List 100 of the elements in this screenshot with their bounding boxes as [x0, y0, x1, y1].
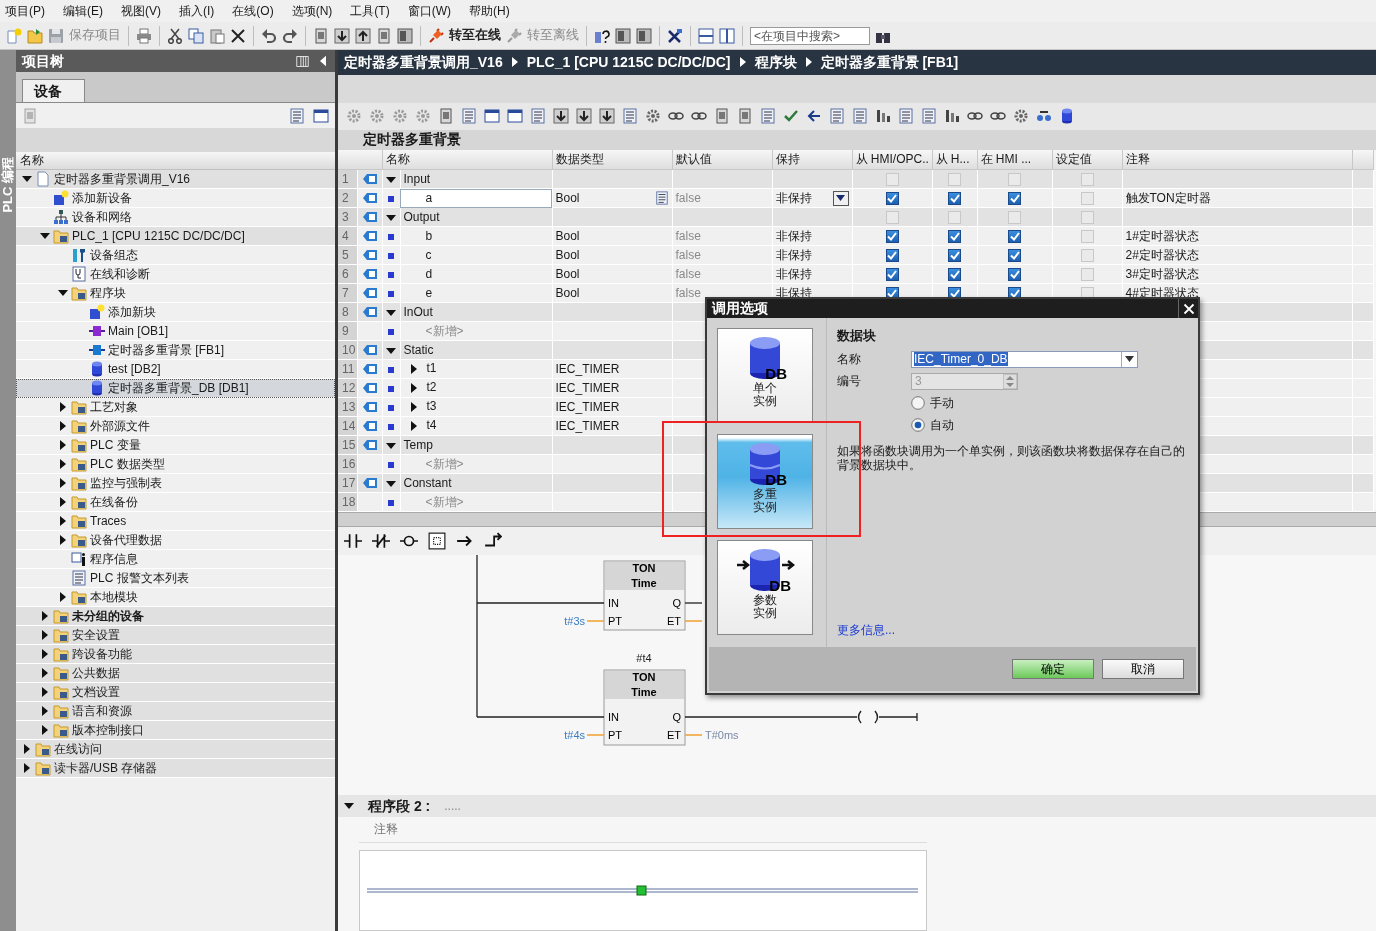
tree-item[interactable]: 读卡器/USB 存储器 — [16, 759, 335, 778]
tree-item[interactable]: Main [OB1] — [16, 322, 335, 341]
close-view-icon[interactable] — [667, 27, 683, 44]
checkbox[interactable] — [948, 249, 961, 263]
checkbox[interactable] — [885, 268, 899, 282]
copy-icon[interactable] — [188, 27, 204, 44]
checkbox[interactable] — [1008, 192, 1021, 206]
menu-item[interactable]: 选项(N) — [286, 3, 342, 19]
coil[interactable] — [857, 710, 879, 724]
tree-item[interactable]: 设备组态 — [16, 246, 335, 265]
clipboard-icon[interactable] — [209, 27, 225, 44]
breadcrumb-item[interactable]: PLC_1 [CPU 1215C DC/DC/DC] — [526, 54, 731, 71]
panel-icon[interactable] — [397, 27, 413, 44]
tree-item[interactable]: 在线备份 — [16, 493, 335, 512]
panel-icon[interactable] — [636, 27, 652, 44]
menu-item[interactable]: 帮助(H) — [464, 3, 519, 19]
tree-item[interactable]: 程序信息 — [16, 550, 335, 569]
radio-option[interactable]: 手动 — [911, 392, 1188, 414]
bars-icon[interactable] — [944, 108, 960, 125]
help-icon[interactable] — [594, 27, 610, 44]
checkbox[interactable] — [1008, 268, 1021, 282]
menu-item[interactable]: 窗口(W) — [402, 3, 460, 19]
expand-arrow-icon[interactable] — [386, 345, 396, 356]
checkbox[interactable] — [885, 192, 899, 206]
tab[interactable]: 设备 — [22, 79, 85, 102]
menu-item[interactable]: 项目(P) — [0, 3, 54, 19]
tree-item[interactable]: 设备代理数据 — [16, 531, 335, 550]
menu-item[interactable]: 视图(V) — [116, 3, 170, 19]
window-icon[interactable] — [507, 108, 523, 125]
checkbox[interactable] — [1008, 249, 1021, 263]
expand-arrow-icon[interactable] — [408, 420, 419, 431]
printer-icon[interactable] — [136, 27, 152, 44]
tree-item[interactable]: 程序块 — [16, 284, 335, 303]
table-row[interactable]: 6 d Bool false 非保持 3#定时器状态 — [338, 264, 1373, 284]
contact-icon[interactable] — [344, 532, 362, 551]
breadcrumb-item[interactable]: 定时器多重背景 [FB1] — [820, 54, 959, 71]
expand-arrow-icon[interactable] — [58, 440, 68, 450]
pane-icon[interactable] — [296, 54, 309, 68]
expand-arrow-icon[interactable] — [22, 174, 32, 184]
expand-arrow-icon[interactable] — [22, 763, 32, 773]
tree-item[interactable]: 公共数据 — [16, 664, 335, 683]
tree-item[interactable]: 跨设备功能 — [16, 645, 335, 664]
expand-arrow-icon[interactable] — [58, 497, 68, 507]
upload-icon[interactable] — [355, 27, 371, 44]
radio-option[interactable]: 自动 — [911, 414, 1188, 436]
split-horizontal-icon[interactable] — [698, 27, 714, 44]
expand-arrow-icon[interactable] — [40, 630, 50, 640]
download-icon[interactable] — [334, 27, 350, 44]
table-row[interactable]: 2 a Bool false 非保持 触发TON定时器 — [338, 188, 1373, 208]
expand-arrow-icon[interactable] — [408, 382, 419, 393]
folder-icon[interactable] — [27, 27, 43, 44]
dropdown-button[interactable] — [832, 190, 849, 206]
download-icon[interactable] — [553, 108, 569, 125]
download-icon[interactable] — [576, 108, 592, 125]
menu-item[interactable]: 编辑(E) — [58, 3, 112, 19]
window-icon[interactable] — [313, 107, 329, 124]
table-row[interactable]: 4 b Bool false 非保持 1#定时器状态 — [338, 226, 1373, 246]
tree-item[interactable]: 工艺对象 — [16, 398, 335, 417]
expand-arrow-icon[interactable] — [386, 174, 396, 185]
expand-arrow-icon[interactable] — [40, 668, 50, 678]
menu-item[interactable]: 插入(I) — [174, 3, 224, 19]
search-field[interactable]: <在项目中搜索> — [750, 26, 870, 45]
module-icon[interactable] — [438, 108, 454, 125]
checkbox[interactable] — [1008, 230, 1021, 244]
tree-item[interactable]: 语言和资源 — [16, 702, 335, 721]
tree-item[interactable]: 定时器多重背景调用_V16 — [16, 170, 335, 189]
gear-icon[interactable] — [1013, 108, 1029, 125]
radio-button[interactable] — [911, 396, 925, 410]
checkbox[interactable] — [948, 230, 961, 244]
table-row[interactable]: 5 c Bool false 非保持 2#定时器状态 — [338, 245, 1373, 265]
checkbox[interactable] — [885, 230, 899, 244]
expand-arrow-icon[interactable] — [40, 611, 50, 621]
expand-arrow-icon[interactable] — [386, 307, 396, 318]
expand-arrow-icon[interactable] — [40, 687, 50, 697]
tree-item[interactable]: 定时器多重背景_DB [DB1] — [16, 379, 335, 398]
tree-item[interactable]: 在线和诊断 — [16, 265, 335, 284]
expand-arrow-icon[interactable] — [40, 231, 50, 241]
tree-item[interactable]: PLC 报警文本列表 — [16, 569, 335, 588]
breadcrumb-item[interactable]: 程序块 — [754, 54, 797, 71]
table-row[interactable]: 1 Input — [338, 169, 1373, 189]
tree-item[interactable]: 未分组的设备 — [16, 607, 335, 626]
confirm-button[interactable]: 确定 — [1012, 659, 1094, 679]
table-row[interactable]: 3 Output — [338, 207, 1373, 227]
checkbox[interactable] — [948, 192, 961, 206]
expand-arrow-icon[interactable] — [58, 516, 68, 526]
expand-arrow-icon[interactable] — [22, 744, 32, 754]
tree-item[interactable]: Traces — [16, 512, 335, 531]
checkbox[interactable] — [885, 249, 899, 263]
expand-arrow-icon[interactable] — [40, 706, 50, 716]
breadcrumb-item[interactable]: 定时器多重背景调用_V16 — [344, 54, 503, 71]
tree-item[interactable]: 版本控制接口 — [16, 721, 335, 740]
expand-arrow-icon[interactable] — [58, 535, 68, 545]
expand-arrow-icon[interactable] — [386, 212, 396, 223]
tree-item[interactable]: 监控与强制表 — [16, 474, 335, 493]
dropdown-arrow-icon[interactable] — [1125, 356, 1134, 362]
redo-icon[interactable] — [282, 27, 298, 44]
checkbox[interactable] — [948, 268, 961, 282]
tree-item[interactable]: 添加新设备 — [16, 189, 335, 208]
undo-icon[interactable] — [261, 27, 277, 44]
scissors-icon[interactable] — [167, 27, 183, 44]
